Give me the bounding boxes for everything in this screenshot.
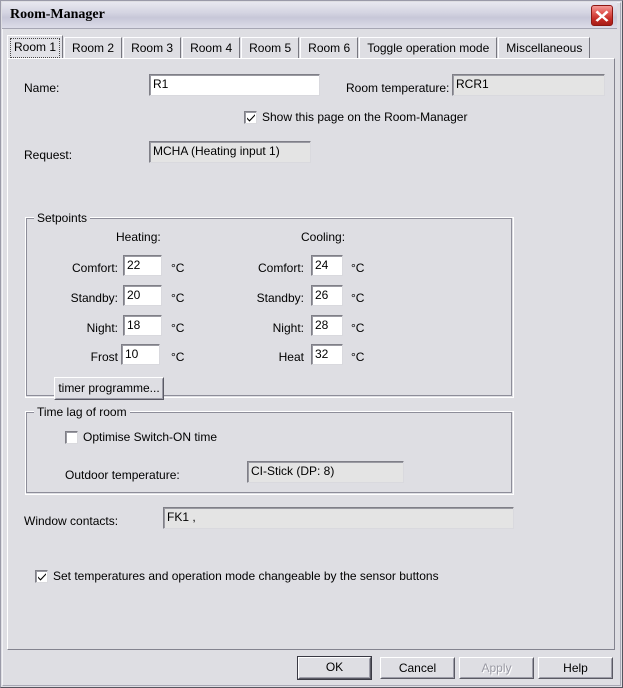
timer-programme-button-label: timer programme... (58, 381, 160, 395)
heating-comfort-label: Comfort: (71, 261, 118, 275)
cooling-night-label: Night: (272, 321, 304, 335)
timer-programme-button[interactable]: timer programme... (54, 377, 164, 400)
request-label: Request: (24, 148, 73, 162)
heating-night-input[interactable]: 18 (123, 315, 162, 336)
help-button-label: Help (563, 661, 588, 675)
heating-standby-input[interactable]: 20 (123, 285, 162, 306)
name-input[interactable]: R1 (149, 74, 320, 96)
setpoints-group: Setpoints Heating: Cooling: Comfort: 22 … (25, 211, 514, 400)
cooling-night-unit: °C (351, 321, 365, 335)
heating-night-unit: °C (171, 321, 185, 335)
close-x-glyph (595, 10, 609, 22)
window-contacts-label: Window contacts: (24, 514, 119, 528)
heating-standby-unit: °C (171, 291, 185, 305)
cooling-heat-unit: °C (351, 350, 365, 364)
room-manager-window: Room-Manager Room 1 Room 2 Room 3 Room 4… (0, 0, 623, 688)
cancel-button-label: Cancel (398, 661, 437, 675)
tab-room-4[interactable]: Room 4 (182, 37, 241, 58)
sensor-buttons-checkbox[interactable] (35, 570, 48, 583)
tab-label: Room 3 (131, 41, 174, 55)
cooling-comfort-label: Comfort: (257, 261, 304, 275)
outdoor-temperature-input[interactable]: CI-Stick (DP: 8) (247, 461, 404, 483)
name-label: Name: (24, 81, 60, 95)
tab-label: Room 5 (249, 41, 292, 55)
tab-strip: Room 1 Room 2 Room 3 Room 4 Room 5 Room … (7, 35, 615, 59)
heating-frost-unit: °C (171, 350, 185, 364)
tab-label: Miscellaneous (506, 41, 583, 55)
cooling-header: Cooling: (301, 230, 346, 244)
cooling-standby-label: Standby: (256, 291, 304, 305)
help-button[interactable]: Help (538, 657, 613, 679)
window-contacts-input[interactable]: FK1 , (163, 507, 514, 529)
cooling-heat-input[interactable]: 32 (311, 344, 343, 365)
heating-standby-label: Standby: (70, 291, 118, 305)
time-lag-group-title: Time lag of room (34, 405, 130, 419)
tab-room-5[interactable]: Room 5 (241, 37, 300, 58)
tab-label: Room 1 (14, 40, 57, 54)
ok-button[interactable]: OK (297, 656, 372, 680)
tab-room-1[interactable]: Room 1 (7, 35, 64, 58)
tab-room-6[interactable]: Room 6 (300, 37, 359, 58)
checkmark-icon (247, 114, 255, 122)
request-input[interactable]: MCHA (Heating input 1) (149, 141, 311, 163)
room-temperature-input[interactable]: RCR1 (452, 74, 605, 96)
heating-night-label: Night: (86, 321, 118, 335)
apply-button-label: Apply (481, 661, 512, 675)
cooling-comfort-unit: °C (351, 261, 365, 275)
cancel-button[interactable]: Cancel (380, 657, 455, 679)
setpoints-group-border (26, 218, 512, 396)
ok-button-label: OK (325, 660, 344, 674)
room-temperature-label: Room temperature: (346, 81, 450, 95)
outdoor-temperature-label: Outdoor temperature: (65, 468, 180, 482)
tab-toggle-operation-mode[interactable]: Toggle operation mode (359, 37, 498, 58)
title-bar: Room-Manager (2, 2, 617, 29)
apply-button[interactable]: Apply (459, 657, 534, 679)
window-title: Room-Manager (10, 7, 105, 22)
setpoints-group-title: Setpoints (34, 211, 91, 225)
tab-label: Room 2 (72, 41, 115, 55)
tab-label: Room 6 (308, 41, 351, 55)
tab-miscellaneous[interactable]: Miscellaneous (498, 37, 591, 58)
optimise-switch-on-checkbox[interactable] (65, 431, 78, 444)
optimise-switch-on-label: Optimise Switch-ON time (83, 430, 218, 444)
close-icon[interactable] (591, 5, 613, 26)
tab-label: Toggle operation mode (367, 41, 490, 55)
cooling-standby-unit: °C (351, 291, 365, 305)
tab-room-3[interactable]: Room 3 (123, 37, 182, 58)
cooling-standby-input[interactable]: 26 (311, 285, 343, 306)
sensor-buttons-label: Set temperatures and operation mode chan… (53, 569, 439, 583)
cooling-night-input[interactable]: 28 (311, 315, 343, 336)
time-lag-group: Time lag of room Optimise Switch-ON time… (25, 405, 514, 495)
tab-label: Room 4 (190, 41, 233, 55)
heating-frost-input[interactable]: 10 (121, 344, 160, 365)
heating-frost-label: Frost (90, 350, 118, 364)
checkmark-icon (38, 573, 46, 581)
tab-panel-room-1: Name: R1 Room temperature: RCR1 Show thi… (7, 58, 615, 650)
heating-comfort-unit: °C (171, 261, 185, 275)
tab-room-2[interactable]: Room 2 (64, 37, 123, 58)
show-page-checkbox-label: Show this page on the Room-Manager (262, 110, 468, 124)
cooling-heat-label: Heat (278, 350, 304, 364)
show-page-checkbox[interactable] (244, 111, 257, 124)
heating-comfort-input[interactable]: 22 (123, 255, 162, 276)
heating-header: Heating: (116, 230, 161, 244)
cooling-comfort-input[interactable]: 24 (311, 255, 343, 276)
